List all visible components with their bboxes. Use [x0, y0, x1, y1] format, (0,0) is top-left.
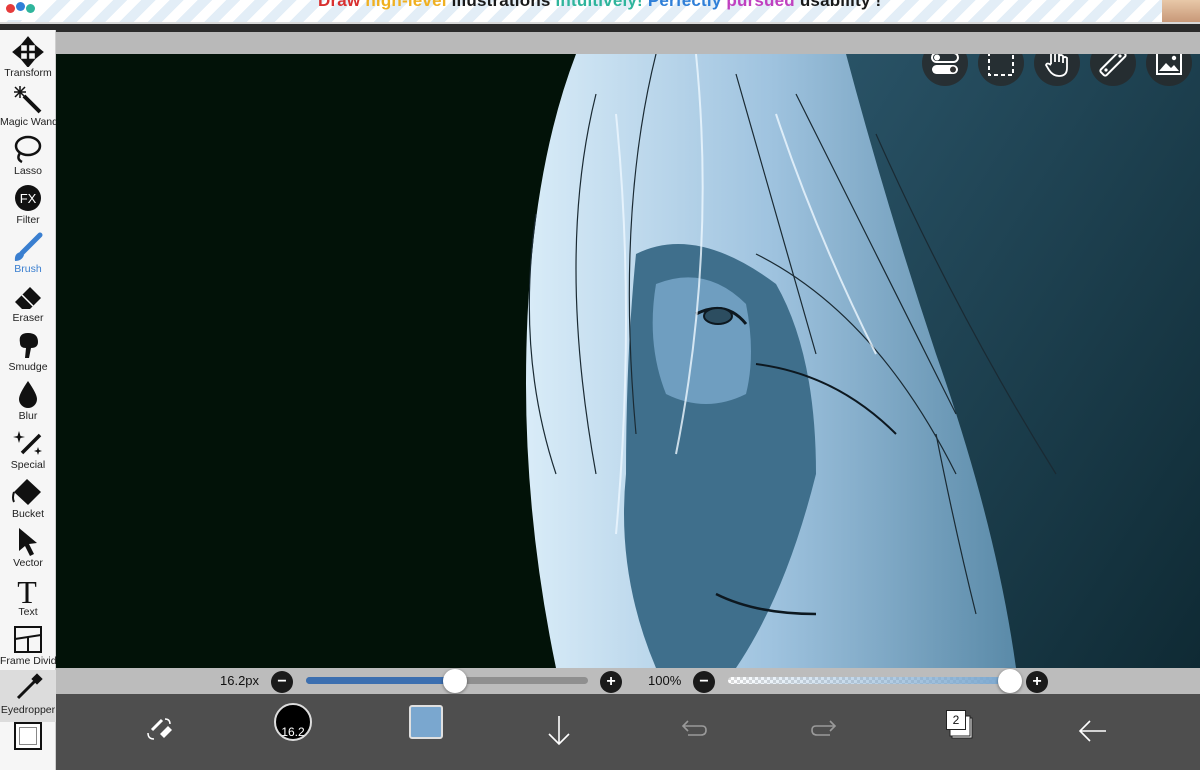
ruler-icon — [1099, 54, 1127, 77]
tool-eyedropper[interactable]: Eyedropper — [0, 670, 56, 722]
frame-divider-icon — [14, 626, 42, 653]
vector-icon — [19, 528, 37, 556]
toggle-icon — [931, 54, 959, 74]
brush-size-slider-fill — [306, 677, 456, 684]
opacity-slider-track[interactable] — [728, 677, 1010, 684]
slider-bar: 16.2px − + 100% − + — [56, 668, 1200, 694]
tool-label: Smudge — [8, 361, 48, 373]
opacity-slider-thumb[interactable] — [998, 669, 1022, 693]
selection-quick-button[interactable] — [978, 54, 1024, 86]
brush-size-increase-button[interactable]: + — [600, 671, 622, 693]
swap-tools-icon — [147, 718, 172, 740]
text-icon: T — [17, 574, 37, 606]
eyedropper-icon — [16, 673, 43, 700]
hand-quick-button[interactable] — [1034, 54, 1080, 86]
canvas-top-margin — [56, 32, 1200, 54]
toggle-quick-button[interactable] — [922, 54, 968, 86]
layer-count-badge: 2 — [946, 710, 966, 730]
tool-label: Bucket — [11, 508, 45, 520]
filter-icon: FX — [15, 185, 41, 211]
tool-label: Lasso — [13, 165, 43, 177]
secondary-color-swatch[interactable] — [14, 722, 42, 750]
tool-frame-divider[interactable]: Frame Divider — [0, 623, 66, 672]
eraser-icon — [15, 287, 41, 309]
tool-label: Text — [18, 606, 38, 618]
brush-size-slider-thumb[interactable] — [443, 669, 468, 693]
tool-label: Brush — [14, 263, 42, 275]
tool-bucket[interactable]: Bucket — [0, 476, 56, 525]
redo-button[interactable] — [800, 704, 850, 760]
tool-blur[interactable]: Blur — [0, 378, 56, 427]
tool-label: Magic Wand — [0, 116, 58, 128]
current-color-swatch[interactable] — [409, 705, 443, 739]
brush-size-button[interactable]: 16.2 — [274, 703, 312, 741]
tool-lasso[interactable]: Lasso — [0, 133, 56, 182]
hand-icon — [1045, 54, 1068, 77]
tool-transform[interactable]: Transform — [0, 35, 56, 84]
ruler-quick-button[interactable] — [1090, 54, 1136, 86]
back-button[interactable] — [1068, 704, 1118, 760]
special-icon — [13, 431, 42, 455]
back-arrow-icon — [1078, 720, 1106, 742]
magic-wand-icon — [14, 86, 42, 114]
smudge-icon — [19, 333, 38, 358]
tool-label: Special — [10, 459, 46, 471]
artwork — [526, 54, 1200, 668]
redo-icon — [811, 720, 837, 736]
tool-brush[interactable]: Brush — [0, 231, 56, 280]
image-icon — [1156, 54, 1182, 75]
blur-icon — [19, 381, 37, 408]
brush-size-readout: 16.2px — [220, 673, 260, 688]
svg-text:T: T — [17, 574, 37, 606]
undo-button[interactable] — [668, 704, 718, 760]
tool-label: Vector — [13, 557, 43, 569]
brush-size-value: 16.2 — [281, 725, 305, 739]
tool-label: Frame Divider — [0, 655, 66, 667]
tool-palette: Transform Magic Wand Lasso FX Filter Bru… — [0, 30, 66, 770]
brush-size-decrease-button[interactable]: − — [271, 671, 293, 693]
app-logo — [0, 0, 44, 20]
tool-special[interactable]: Special — [0, 427, 56, 476]
swap-tools-button[interactable] — [134, 704, 184, 760]
banner-character-image — [1162, 0, 1200, 22]
tool-label: Filter — [16, 214, 40, 226]
tool-smudge[interactable]: Smudge — [0, 329, 56, 378]
brush-icon — [14, 232, 43, 261]
selection-icon — [988, 54, 1014, 76]
tool-vector[interactable]: Vector — [0, 525, 56, 574]
drawing-canvas[interactable] — [56, 54, 1200, 668]
opacity-slider-gradient — [728, 677, 1010, 684]
image-quick-button[interactable] — [1146, 54, 1192, 86]
app-screen: Draw high-level illustrations intuitivel… — [0, 0, 1200, 770]
tool-magic-wand[interactable]: Magic Wand — [0, 84, 58, 133]
undo-icon — [681, 720, 707, 736]
bucket-icon — [12, 479, 41, 505]
transform-icon — [12, 36, 44, 67]
tool-label: Blur — [18, 410, 38, 422]
tool-label: Eraser — [12, 312, 44, 324]
bottom-toolbar: 16.2 2 — [56, 694, 1200, 770]
tool-eraser[interactable]: Eraser — [0, 280, 56, 329]
download-button[interactable] — [534, 704, 584, 760]
banner-headline: Draw high-level illustrations intuitivel… — [318, 0, 882, 10]
opacity-decrease-button[interactable]: − — [693, 671, 715, 693]
tool-filter[interactable]: FX Filter — [0, 182, 56, 231]
tool-label: Eyedropper — [0, 704, 56, 716]
svg-text:FX: FX — [20, 191, 37, 206]
ad-banner[interactable]: Draw high-level illustrations intuitivel… — [0, 0, 1200, 24]
tool-label: Transform — [4, 67, 52, 79]
opacity-increase-button[interactable]: + — [1026, 671, 1048, 693]
opacity-readout: 100% — [648, 673, 682, 688]
lasso-icon — [14, 135, 42, 164]
tool-text[interactable]: T Text — [0, 574, 56, 623]
download-icon — [548, 716, 570, 746]
